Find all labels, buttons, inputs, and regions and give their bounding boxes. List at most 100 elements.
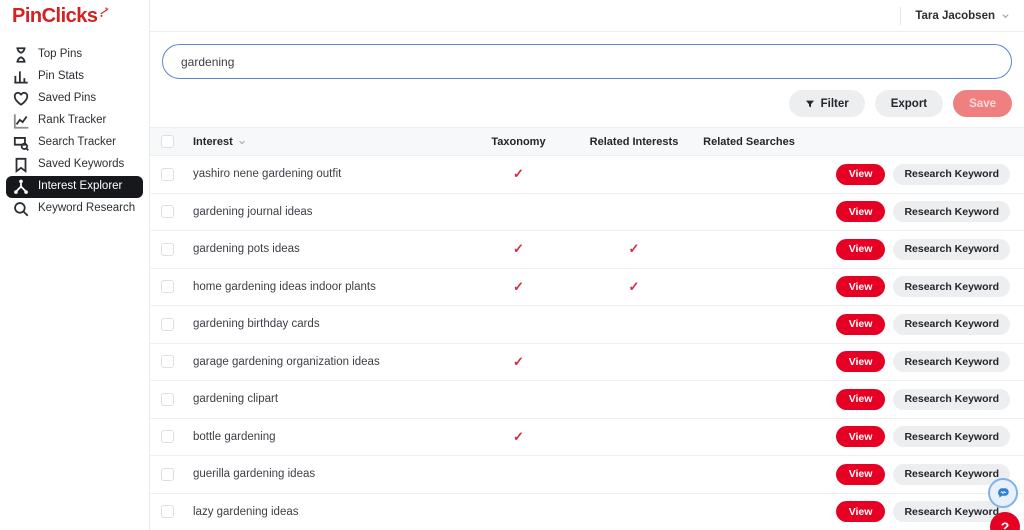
related-searches-check-cell: ✓ [691, 315, 807, 333]
taxonomy-check-cell: ✓ [460, 315, 577, 333]
sidebar-item-top-pins[interactable]: Top Pins [6, 44, 143, 66]
top-bar: Tara Jacobsen [150, 0, 1024, 32]
table-row[interactable]: guerilla gardening ideas✓✓✓ViewResearch … [150, 456, 1024, 494]
sidebar-item-keyword-research[interactable]: Keyword Research [6, 198, 143, 220]
row-checkbox[interactable] [161, 168, 174, 181]
table-row[interactable]: yashiro nene gardening outfit✓✓✓ViewRese… [150, 156, 1024, 194]
line-chart-icon [12, 112, 30, 130]
search-box[interactable] [162, 44, 1012, 79]
research-keyword-button[interactable]: Research Keyword [893, 164, 1010, 185]
related-interests-check-cell: ✓ [577, 428, 691, 446]
research-keyword-button[interactable]: Research Keyword [893, 314, 1010, 335]
research-keyword-button[interactable]: Research Keyword [893, 276, 1010, 297]
related-searches-check-cell: ✓ [691, 465, 807, 483]
interest-name: guerilla gardening ideas [184, 468, 460, 480]
related-interests-check-cell: ✓ [577, 240, 691, 258]
related-searches-check-cell: ✓ [691, 278, 807, 296]
taxonomy-check-cell: ✓ [460, 165, 577, 183]
table-row[interactable]: gardening birthday cards✓✓✓ViewResearch … [150, 306, 1024, 344]
taxonomy-check-cell: ✓ [460, 203, 577, 221]
view-button[interactable]: View [836, 426, 886, 447]
view-button[interactable]: View [836, 464, 886, 485]
column-header-taxonomy: Taxonomy [460, 136, 577, 148]
interest-table: Interest Taxonomy Related Interests Rela… [150, 127, 1024, 530]
filter-button[interactable]: Filter [789, 90, 865, 117]
column-header-related-interests: Related Interests [577, 136, 691, 148]
toolbar-actions: Filter Export Save [150, 79, 1024, 117]
related-searches-check-cell: ✓ [691, 503, 807, 521]
row-checkbox[interactable] [161, 505, 174, 518]
sidebar-item-interest-explorer[interactable]: Interest Explorer [6, 176, 143, 198]
bar-chart-icon [12, 68, 30, 86]
row-checkbox[interactable] [161, 468, 174, 481]
research-keyword-button[interactable]: Research Keyword [893, 389, 1010, 410]
table-row[interactable]: home gardening ideas indoor plants✓✓✓Vie… [150, 269, 1024, 307]
research-keyword-button[interactable]: Research Keyword [893, 239, 1010, 260]
sidebar-item-rank-tracker[interactable]: Rank Tracker [6, 110, 143, 132]
row-checkbox[interactable] [161, 355, 174, 368]
help-label: ? [1001, 519, 1010, 530]
table-row[interactable]: garage gardening organization ideas✓✓✓Vi… [150, 344, 1024, 382]
export-button[interactable]: Export [875, 90, 943, 117]
taxonomy-check-icon: ✓ [513, 354, 524, 369]
research-keyword-button[interactable]: Research Keyword [893, 426, 1010, 447]
research-keyword-button[interactable]: Research Keyword [893, 201, 1010, 222]
row-checkbox[interactable] [161, 243, 174, 256]
chat-bubble-icon[interactable] [988, 478, 1018, 508]
sparkle-icon [99, 7, 109, 19]
taxonomy-check-icon: ✓ [513, 166, 524, 181]
logo[interactable]: PinClicks [0, 0, 149, 32]
row-actions: View Research Keyword [807, 201, 1024, 222]
row-select-cell [150, 355, 184, 368]
view-button[interactable]: View [836, 314, 886, 335]
taxonomy-check-cell: ✓ [460, 390, 577, 408]
row-checkbox[interactable] [161, 430, 174, 443]
sidebar-item-search-tracker[interactable]: Search Tracker [6, 132, 143, 154]
related-searches-check-cell: ✓ [691, 240, 807, 258]
sidebar-item-label: Interest Explorer [38, 181, 122, 193]
taxonomy-check-cell: ✓ [460, 503, 577, 521]
row-checkbox[interactable] [161, 280, 174, 293]
pin-icon [12, 46, 30, 64]
select-all-checkbox[interactable] [161, 135, 174, 148]
view-button[interactable]: View [836, 389, 886, 410]
related-interests-check-cell: ✓ [577, 165, 691, 183]
row-actions: View Research Keyword [807, 276, 1024, 297]
row-select-cell [150, 468, 184, 481]
research-keyword-button[interactable]: Research Keyword [893, 351, 1010, 372]
table-row[interactable]: lazy gardening ideas✓✓✓ViewResearch Keyw… [150, 494, 1024, 530]
bookmark-icon [12, 156, 30, 174]
view-button[interactable]: View [836, 351, 886, 372]
save-label: Save [969, 98, 996, 110]
sidebar-item-label: Top Pins [38, 49, 82, 61]
column-header-interest[interactable]: Interest [184, 136, 460, 148]
magnifier-icon [12, 200, 30, 218]
topbar-divider [900, 7, 901, 25]
row-checkbox[interactable] [161, 318, 174, 331]
view-button[interactable]: View [836, 164, 886, 185]
sidebar-item-saved-keywords[interactable]: Saved Keywords [6, 154, 143, 176]
row-select-cell [150, 393, 184, 406]
related-searches-check-cell: ✓ [691, 203, 807, 221]
table-row[interactable]: gardening pots ideas✓✓✓ViewResearch Keyw… [150, 231, 1024, 269]
table-row[interactable]: bottle gardening✓✓✓ViewResearch Keyword [150, 419, 1024, 457]
table-row[interactable]: gardening journal ideas✓✓✓ViewResearch K… [150, 194, 1024, 232]
view-button[interactable]: View [836, 276, 886, 297]
search-input[interactable] [181, 55, 993, 69]
row-checkbox[interactable] [161, 205, 174, 218]
row-checkbox[interactable] [161, 393, 174, 406]
related-searches-check-cell: ✓ [691, 353, 807, 371]
save-button[interactable]: Save [953, 90, 1012, 117]
user-menu[interactable]: Tara Jacobsen [915, 10, 1010, 22]
view-button[interactable]: View [836, 239, 886, 260]
main-content: Tara Jacobsen Filter Export Sav [150, 0, 1024, 530]
view-button[interactable]: View [836, 201, 886, 222]
table-row[interactable]: gardening clipart✓✓✓ViewResearch Keyword [150, 381, 1024, 419]
related-interests-check-cell: ✓ [577, 203, 691, 221]
row-actions: View Research Keyword [807, 351, 1024, 372]
sidebar-item-pin-stats[interactable]: Pin Stats [6, 66, 143, 88]
sidebar-item-saved-pins[interactable]: Saved Pins [6, 88, 143, 110]
row-actions: View Research Keyword [807, 426, 1024, 447]
related-interests-check-cell: ✓ [577, 315, 691, 333]
view-button[interactable]: View [836, 501, 886, 522]
